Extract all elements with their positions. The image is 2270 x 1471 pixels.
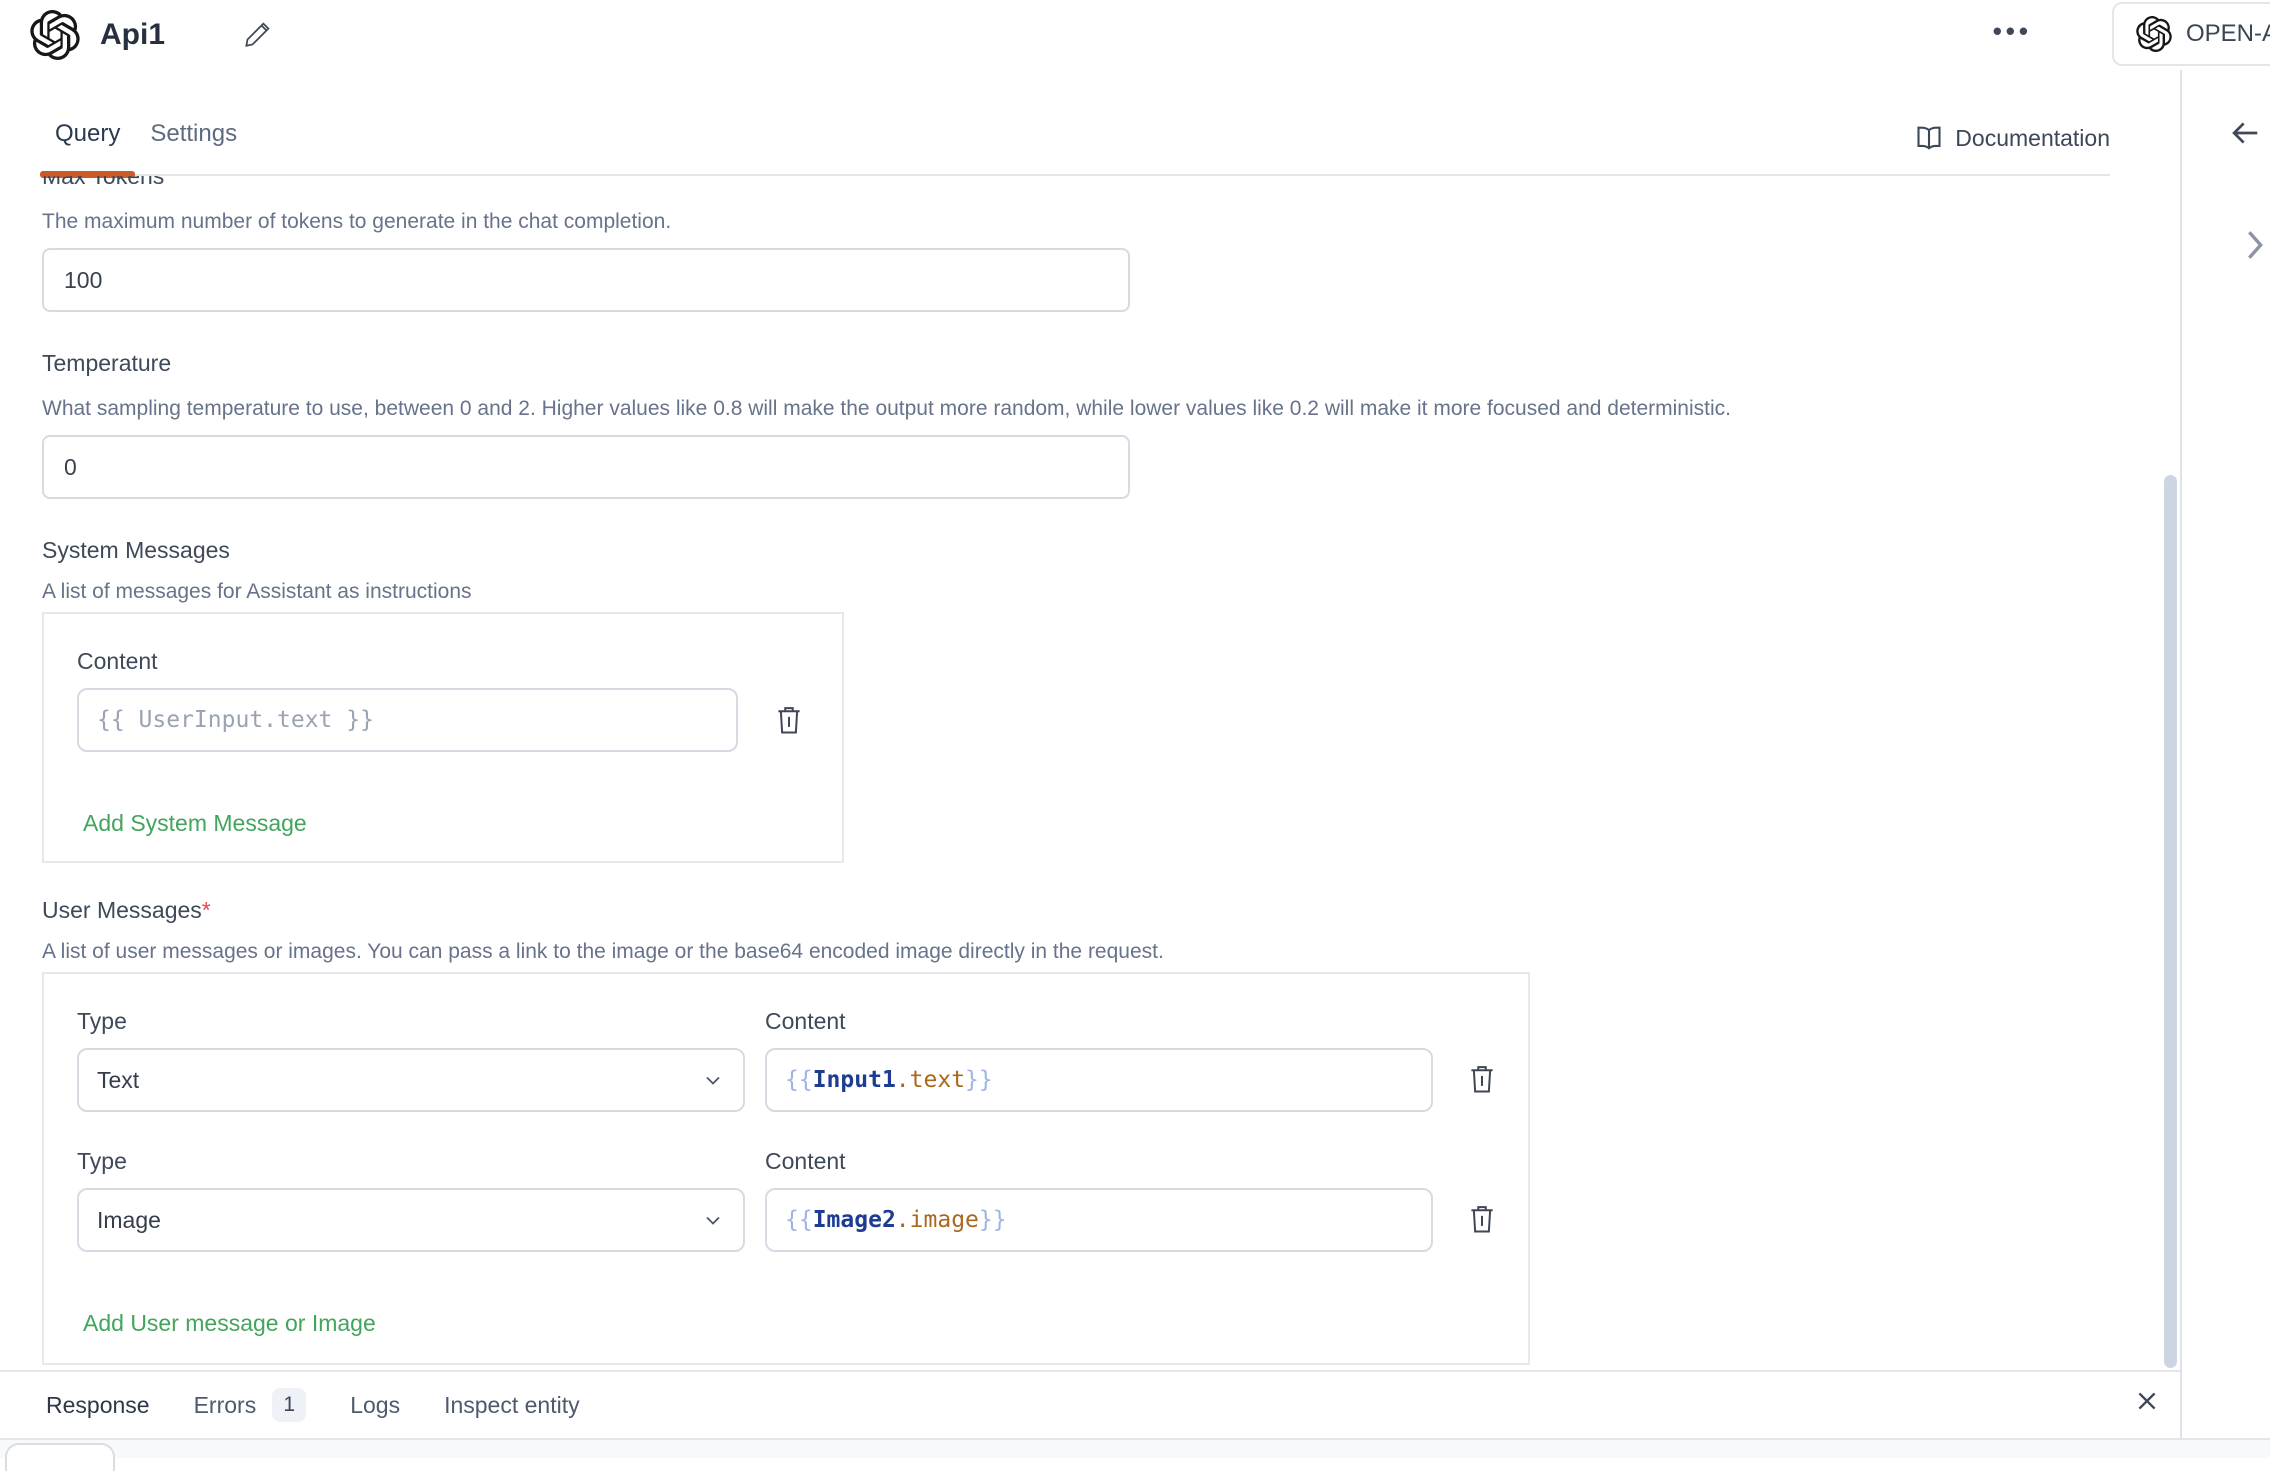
documentation-label: Documentation <box>1955 125 2110 152</box>
close-bottom-panel-button[interactable] <box>2134 1388 2160 1417</box>
content-label: Content <box>765 1148 1433 1175</box>
trash-icon <box>1467 1202 1497 1236</box>
content-label: Content <box>765 1008 1433 1035</box>
pencil-icon <box>243 19 273 49</box>
user-messages-box: Type Text Content {{Input1.text}} <box>42 972 1530 1365</box>
delete-user-message-button[interactable] <box>1467 1202 1497 1236</box>
bottom-panel-tabbar: Response Errors 1 Logs Inspect entity <box>0 1370 2180 1438</box>
content-label: Content <box>77 648 804 675</box>
type-select[interactable]: Image <box>77 1188 745 1252</box>
type-label: Type <box>77 1148 745 1175</box>
add-user-message-link[interactable]: Add User message or Image <box>83 1310 376 1337</box>
content-code-field[interactable]: {{Image2.image}} <box>765 1188 1433 1252</box>
arrow-left-icon <box>2228 118 2262 148</box>
system-messages-description: A list of messages for Assistant as inst… <box>42 580 2180 604</box>
footer-strip <box>0 1438 2270 1458</box>
back-button[interactable] <box>2228 118 2262 148</box>
vertical-scrollbar[interactable] <box>2164 475 2177 1368</box>
side-panel <box>2182 70 2270 1438</box>
chevron-down-icon <box>701 1208 725 1232</box>
tab-errors[interactable]: Errors 1 <box>194 1388 307 1422</box>
page-title: Api1 <box>100 18 165 52</box>
max-tokens-label: Max Tokens <box>42 176 2180 190</box>
type-select-value: Text <box>97 1067 139 1094</box>
temperature-label: Temperature <box>42 350 2180 377</box>
user-messages-description: A list of user messages or images. You c… <box>42 940 2180 964</box>
query-form-scroll-area[interactable]: Max Tokens The maximum number of tokens … <box>0 176 2180 1370</box>
system-message-content-input[interactable] <box>97 707 718 733</box>
max-tokens-description: The maximum number of tokens to generate… <box>42 210 2180 234</box>
trash-icon <box>774 703 804 737</box>
more-options-button[interactable]: ••• <box>1993 18 2032 44</box>
system-message-content-field[interactable] <box>77 688 738 752</box>
system-messages-box: Content Add System Message <box>42 612 844 863</box>
datasource-button[interactable]: OPEN-AI <box>2112 2 2270 66</box>
tab-inspect-entity[interactable]: Inspect entity <box>444 1392 580 1419</box>
user-messages-section: User Messages* A list of user messages o… <box>42 897 2180 1365</box>
more-dots-icon: ••• <box>1993 16 2032 46</box>
required-asterisk: * <box>202 897 211 923</box>
type-select[interactable]: Text <box>77 1048 745 1112</box>
api-editor-page: Api1 ••• OPEN-AI Query Settings Docume <box>0 0 2270 1458</box>
delete-system-message-button[interactable] <box>774 703 804 737</box>
content-code-field[interactable]: {{Input1.text}} <box>765 1048 1433 1112</box>
close-icon <box>2134 1388 2160 1414</box>
main-panel: Query Settings Documentation Max Tokens … <box>0 70 2182 1438</box>
book-icon <box>1915 124 1943 152</box>
system-messages-section: System Messages A list of messages for A… <box>42 537 2180 863</box>
max-tokens-input[interactable] <box>42 248 1130 312</box>
temperature-input[interactable] <box>42 435 1130 499</box>
temperature-field: Temperature What sampling temperature to… <box>42 350 2180 499</box>
openai-logo-icon <box>30 10 80 60</box>
delete-user-message-button[interactable] <box>1467 1062 1497 1096</box>
chevron-right-icon <box>2242 228 2268 262</box>
editor-tabbar: Query Settings Documentation <box>40 70 2110 176</box>
expand-panel-button[interactable] <box>2242 228 2268 262</box>
user-messages-label: User Messages* <box>42 897 2180 924</box>
header: Api1 ••• OPEN-AI <box>0 0 2270 70</box>
datasource-label: OPEN-AI <box>2186 20 2270 48</box>
max-tokens-field: Max Tokens The maximum number of tokens … <box>42 176 2180 312</box>
errors-count-badge: 1 <box>272 1388 306 1422</box>
type-select-value: Image <box>97 1207 161 1234</box>
tab-query[interactable]: Query <box>40 120 135 174</box>
add-system-message-link[interactable]: Add System Message <box>83 810 307 837</box>
tab-response[interactable]: Response <box>46 1392 150 1419</box>
documentation-link[interactable]: Documentation <box>1915 124 2110 152</box>
user-message-row: Type Image Content {{Image2.image}} <box>77 1148 1490 1252</box>
temperature-description: What sampling temperature to use, betwee… <box>42 397 2180 421</box>
edit-name-button[interactable] <box>243 19 273 52</box>
openai-logo-icon <box>2136 16 2172 52</box>
footer-tab-partial[interactable] <box>5 1443 115 1471</box>
user-message-row: Type Text Content {{Input1.text}} <box>77 1008 1490 1112</box>
tab-logs[interactable]: Logs <box>350 1392 400 1419</box>
tab-settings[interactable]: Settings <box>135 120 252 174</box>
chevron-down-icon <box>701 1068 725 1092</box>
type-label: Type <box>77 1008 745 1035</box>
trash-icon <box>1467 1062 1497 1096</box>
system-messages-label: System Messages <box>42 537 2180 564</box>
